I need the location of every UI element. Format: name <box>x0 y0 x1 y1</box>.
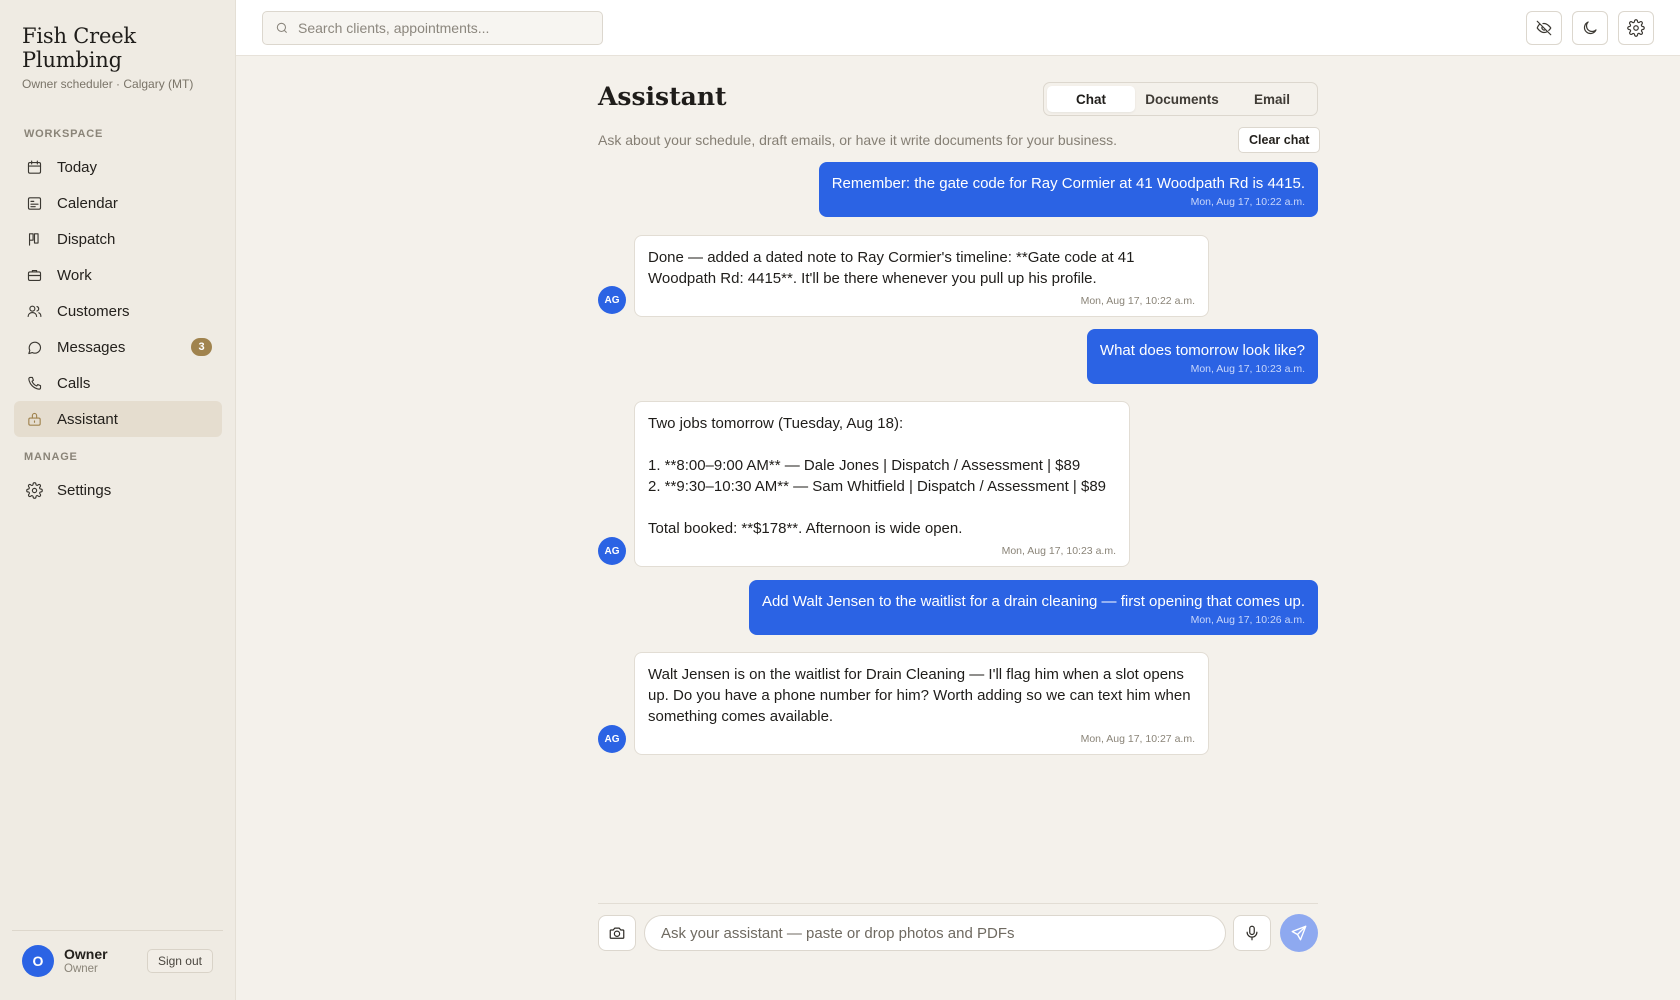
gear-icon <box>26 481 43 499</box>
brand-subtitle: Owner scheduler · Calgary (MT) <box>22 77 194 91</box>
sidebar-item-dispatch[interactable]: Dispatch <box>14 221 222 257</box>
manage-section-label: MANAGE <box>24 451 78 463</box>
assistant-avatar: AG <box>598 537 626 565</box>
tab-documents[interactable]: Documents <box>1135 86 1229 112</box>
assistant-tabs: Chat Documents Email <box>1043 82 1318 116</box>
assistant-message: Walt Jensen is on the waitlist for Drain… <box>634 652 1209 755</box>
briefcase-icon <box>27 269 42 281</box>
tab-email[interactable]: Email <box>1229 86 1315 112</box>
eye-off-icon <box>1536 20 1552 36</box>
message-timestamp: Mon, Aug 17, 10:23 a.m. <box>1190 363 1305 375</box>
avatar[interactable]: O <box>22 945 54 977</box>
sidebar-item-label: Calendar <box>57 194 118 212</box>
moon-icon <box>1583 21 1597 35</box>
page-subtitle: Ask about your schedule, draft emails, o… <box>598 132 1118 148</box>
message-text: Two jobs tomorrow (Tuesday, Aug 18): 1. … <box>648 415 1107 537</box>
sidebar-item-assistant[interactable]: Assistant <box>14 401 222 437</box>
assistant-icon <box>28 412 41 426</box>
page-title: Assistant <box>598 82 727 111</box>
user-name: Owner <box>64 946 108 962</box>
brand-name: Fish Creek Plumbing <box>22 24 136 72</box>
message-text: Add Walt Jensen to the waitlist for a dr… <box>761 593 1305 610</box>
user-message: Add Walt Jensen to the waitlist for a dr… <box>748 580 1318 635</box>
sidebar-item-label: Calls <box>57 374 91 392</box>
message-timestamp: Mon, Aug 17, 10:27 a.m. <box>1080 733 1195 745</box>
sidebar-footer: O Owner Owner Sign out <box>12 930 223 1000</box>
privacy-toggle-button[interactable] <box>1526 11 1562 45</box>
dark-mode-button[interactable] <box>1572 11 1608 45</box>
assistant-avatar: AG <box>598 286 626 314</box>
calendar-icon <box>27 160 42 174</box>
clear-chat-button[interactable]: Clear chat <box>1238 127 1321 153</box>
search-box[interactable] <box>262 11 603 45</box>
assistant-message: Two jobs tomorrow (Tuesday, Aug 18): 1. … <box>634 401 1130 567</box>
message-timestamp: Mon, Aug 17, 10:22 a.m. <box>1190 196 1305 208</box>
user-message: Remember: the gate code for Ray Cormier … <box>818 162 1318 217</box>
sidebar-item-calendar[interactable]: Calendar <box>14 185 222 221</box>
sidebar-item-today[interactable]: Today <box>14 149 222 185</box>
messages-count-badge: 3 <box>191 338 212 356</box>
gear-icon <box>1627 19 1645 37</box>
assistant-message: Done — added a dated note to Ray Cormier… <box>634 235 1209 317</box>
tab-chat[interactable]: Chat <box>1047 86 1135 112</box>
sidebar-item-label: Messages <box>57 338 126 356</box>
voice-input-button[interactable] <box>1233 915 1271 951</box>
message-text: What does tomorrow look like? <box>1099 342 1305 359</box>
users-icon <box>27 305 42 317</box>
user-role: Owner <box>64 963 98 975</box>
assistant-avatar: AG <box>598 725 626 753</box>
sign-out-button[interactable]: Sign out <box>146 949 213 973</box>
sidebar: Fish Creek Plumbing Owner scheduler · Ca… <box>0 0 236 1000</box>
search-input[interactable] <box>298 20 598 36</box>
brand: Fish Creek Plumbing Owner scheduler · Ca… <box>22 24 222 91</box>
user-message: What does tomorrow look like? Mon, Aug 1… <box>1086 329 1318 384</box>
sidebar-item-label: Today <box>57 158 98 176</box>
workspace-section-label: WORKSPACE <box>24 128 104 140</box>
sidebar-item-label: Settings <box>57 481 112 499</box>
sidebar-item-customers[interactable]: Customers <box>14 293 222 329</box>
sidebar-item-label: Customers <box>57 302 130 320</box>
assistant-message-input[interactable] <box>644 915 1226 951</box>
sidebar-item-calls[interactable]: Calls <box>14 365 222 401</box>
sidebar-item-work[interactable]: Work <box>14 257 222 293</box>
message-text: Done — added a dated note to Ray Cormier… <box>648 249 1135 287</box>
camera-icon <box>609 927 625 939</box>
send-button[interactable] <box>1280 914 1318 952</box>
microphone-icon <box>1246 925 1258 941</box>
top-bar <box>236 0 1680 56</box>
message-timestamp: Mon, Aug 17, 10:23 a.m. <box>1001 545 1116 557</box>
sidebar-item-label: Dispatch <box>57 230 116 248</box>
search-icon <box>276 22 288 34</box>
settings-button[interactable] <box>1618 11 1654 45</box>
sidebar-item-settings[interactable]: Settings <box>14 472 222 508</box>
sidebar-item-label: Assistant <box>57 410 118 428</box>
sidebar-item-messages[interactable]: Messages 3 <box>14 329 222 365</box>
calendar-grid-icon <box>27 196 42 210</box>
message-timestamp: Mon, Aug 17, 10:26 a.m. <box>1190 614 1305 626</box>
attach-photo-button[interactable] <box>598 915 636 951</box>
composer-divider <box>598 903 1318 904</box>
chat-bubble-icon <box>28 341 42 354</box>
sidebar-item-label: Work <box>57 266 92 284</box>
message-text: Remember: the gate code for Ray Cormier … <box>831 175 1305 192</box>
message-timestamp: Mon, Aug 17, 10:22 a.m. <box>1080 295 1195 307</box>
phone-icon <box>28 376 42 390</box>
send-icon <box>1291 925 1307 941</box>
board-icon <box>28 232 39 246</box>
message-text: Walt Jensen is on the waitlist for Drain… <box>648 666 1191 725</box>
